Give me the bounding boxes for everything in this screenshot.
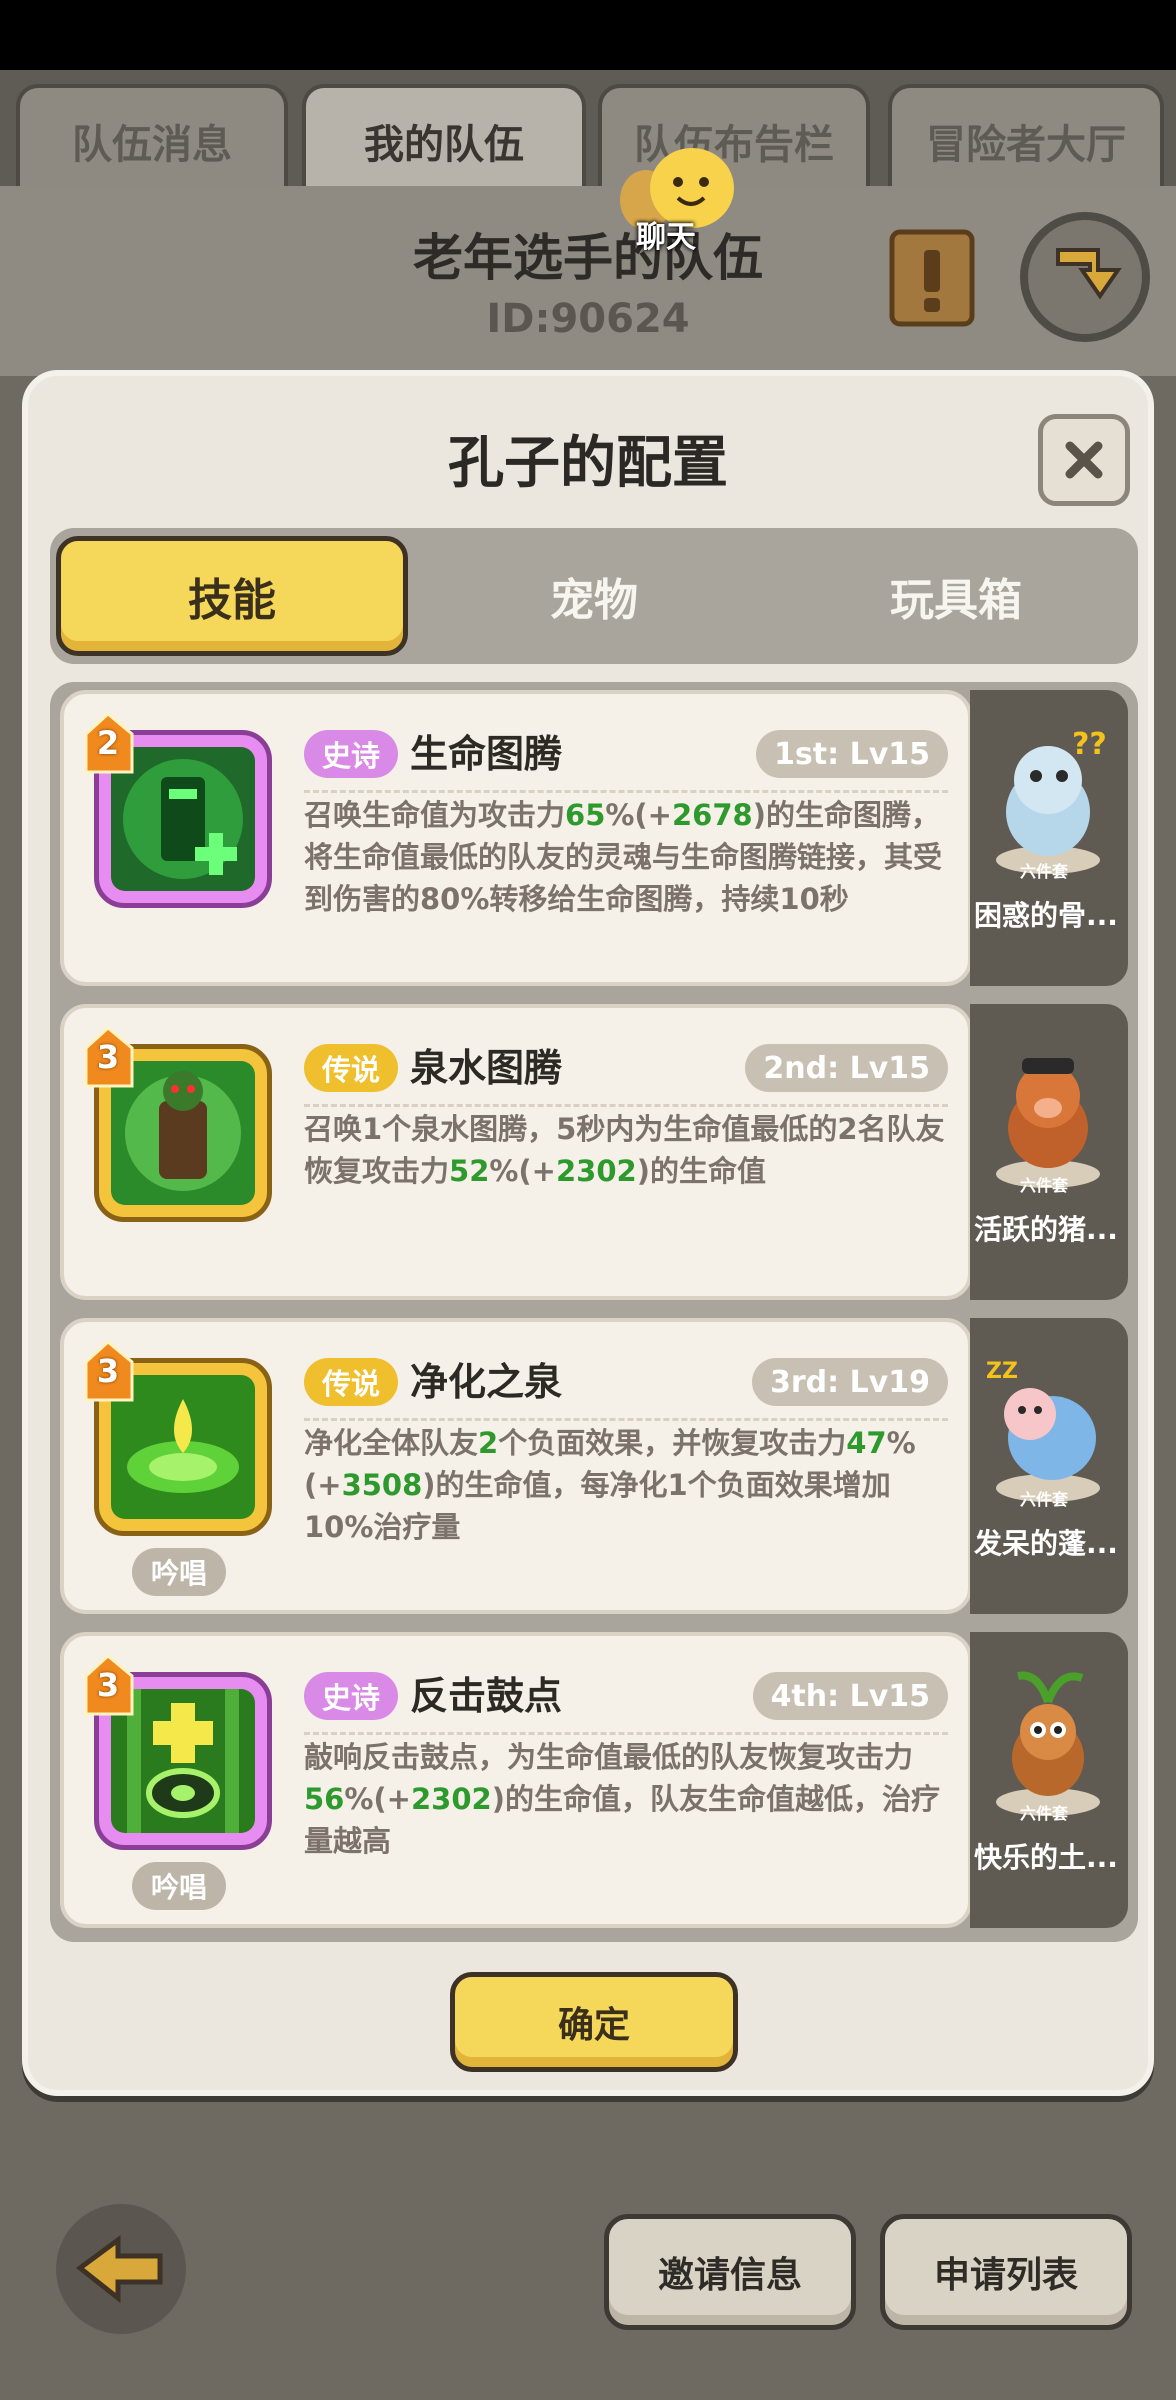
pet-set-tag: 六件套 [1020, 1176, 1069, 1195]
pet-set-tag: 六件套 [1020, 1490, 1069, 1509]
team-id: ID:90624 [486, 296, 690, 342]
skill-name: 生命图腾 [410, 732, 563, 776]
return-arrow-icon [1056, 248, 1122, 300]
skill-description: 净化全体队友2个负面效果，并恢复攻击力47%(+3508)的生命值，每净化1个负… [304, 1426, 916, 1544]
skill-name: 泉水图腾 [410, 1046, 563, 1090]
notice-scroll-icon[interactable] [884, 222, 980, 332]
pet-slot[interactable]: ZZ 六件套 发呆的蓬... [970, 1318, 1128, 1614]
pet-set-tag: 六件套 [1020, 1804, 1069, 1823]
skill-level-badge: 3 [84, 1340, 142, 1406]
skill-description: 召唤1个泉水图腾，5秒内为生命值最低的2名队友恢复攻击力52%(+2302)的生… [304, 1112, 945, 1188]
pet-slot[interactable]: ?? 六件套 困惑的骨... [970, 690, 1128, 986]
skill-level-badge: 3 [84, 1654, 142, 1720]
skill-name: 反击鼓点 [410, 1674, 563, 1718]
apply-list-button[interactable]: 申请列表 [880, 2214, 1132, 2330]
divider [304, 790, 948, 793]
pet-set-tag: 六件套 [1020, 862, 1069, 881]
skill-slot-level: 1st: Lv15 [756, 730, 948, 778]
tab-skills[interactable]: 技能 [56, 536, 408, 656]
divider [304, 1104, 948, 1107]
skill-level-badge: 2 [84, 712, 142, 778]
team-name: 老年选手的队伍 [413, 229, 763, 287]
pet-slot[interactable]: 六件套 快乐的土... [970, 1632, 1128, 1928]
chant-tag: 吟唱 [132, 1548, 226, 1596]
tab-my-team[interactable]: 我的队伍 [302, 84, 586, 194]
tab-pets[interactable]: 宠物 [418, 536, 770, 656]
return-button[interactable] [1020, 212, 1150, 342]
skill-description: 召唤生命值为攻击力65%(+2678)的生命图腾，将生命值最低的队友的灵魂与生命… [304, 798, 943, 916]
status-bar [0, 0, 1176, 70]
team-header: 老年选手的队伍 ID:90624 [0, 186, 1176, 376]
bone-dragon-pet-icon: ?? [996, 727, 1107, 874]
skill-description: 敲响反击鼓点，为生命值最低的队友恢复攻击力56%(+2302)的生命值，队友生命… [304, 1740, 940, 1858]
svg-text:ZZ: ZZ [986, 1359, 1018, 1384]
divider [304, 1418, 948, 1421]
pet-slot[interactable]: 六件套 活跃的猪... [970, 1004, 1128, 1300]
pet-name: 活跃的猪... [974, 1213, 1118, 1246]
boar-pet-icon [996, 1058, 1100, 1188]
pet-name: 困惑的骨... [974, 899, 1118, 932]
back-button[interactable] [56, 2204, 186, 2334]
top-tab-bar: 队伍消息 我的队伍 队伍布告栏 冒险者大厅 [0, 70, 1176, 194]
back-arrow-icon [75, 2235, 163, 2304]
skill-card[interactable]: 2 史诗 生命图腾 1st: Lv15 召唤生命值为攻击力65%(+2678)的… [60, 690, 972, 986]
rarity-tag: 传说 [304, 1358, 398, 1406]
rarity-tag: 史诗 [304, 730, 398, 778]
skill-card[interactable]: 3 吟唱 传说 净化之泉 3rd: Lv19 净化全体队友2个负面效果，并恢复攻… [60, 1318, 972, 1614]
tab-team-messages[interactable]: 队伍消息 [16, 84, 288, 194]
config-dialog: 孔子的配置 技能 宠物 玩具箱 2 史诗 生命图腾 1st: Lv15 召唤生命… [22, 370, 1154, 2096]
chat-label[interactable]: 聊天 [636, 212, 696, 256]
rarity-tag: 传说 [304, 1044, 398, 1092]
skill-slot-level: 2nd: Lv15 [745, 1044, 948, 1092]
skill-level-badge: 3 [84, 1026, 142, 1092]
skill-name: 净化之泉 [410, 1360, 563, 1404]
skill-card[interactable]: 3 吟唱 史诗 反击鼓点 4th: Lv15 敲响反击鼓点，为生命值最低的队友恢… [60, 1632, 972, 1928]
divider [304, 1732, 948, 1735]
pet-name: 发呆的蓬... [974, 1527, 1118, 1560]
skill-list: 2 史诗 生命图腾 1st: Lv15 召唤生命值为攻击力65%(+2678)的… [50, 682, 1138, 1942]
rarity-tag: 史诗 [304, 1672, 398, 1720]
fluffy-sheep-pet-icon: ZZ [986, 1359, 1100, 1502]
config-tabbar: 技能 宠物 玩具箱 [50, 528, 1138, 664]
chant-tag: 吟唱 [132, 1862, 226, 1910]
tab-toybox[interactable]: 玩具箱 [780, 536, 1132, 656]
pet-name: 快乐的土... [974, 1841, 1118, 1874]
close-icon [1065, 441, 1103, 479]
close-button[interactable] [1038, 414, 1130, 506]
skill-slot-level: 3rd: Lv19 [751, 1358, 948, 1406]
skill-slot-level: 4th: Lv15 [752, 1672, 948, 1720]
svg-text:??: ?? [1072, 727, 1107, 762]
skill-card[interactable]: 3 传说 泉水图腾 2nd: Lv15 召唤1个泉水图腾，5秒内为生命值最低的2… [60, 1004, 972, 1300]
earth-owl-pet-icon [996, 1671, 1100, 1816]
dialog-title: 孔子的配置 [448, 431, 728, 496]
invite-info-button[interactable]: 邀请信息 [604, 2214, 856, 2330]
confirm-button[interactable]: 确定 [450, 1972, 738, 2072]
tab-adventurer-hall[interactable]: 冒险者大厅 [888, 84, 1164, 194]
